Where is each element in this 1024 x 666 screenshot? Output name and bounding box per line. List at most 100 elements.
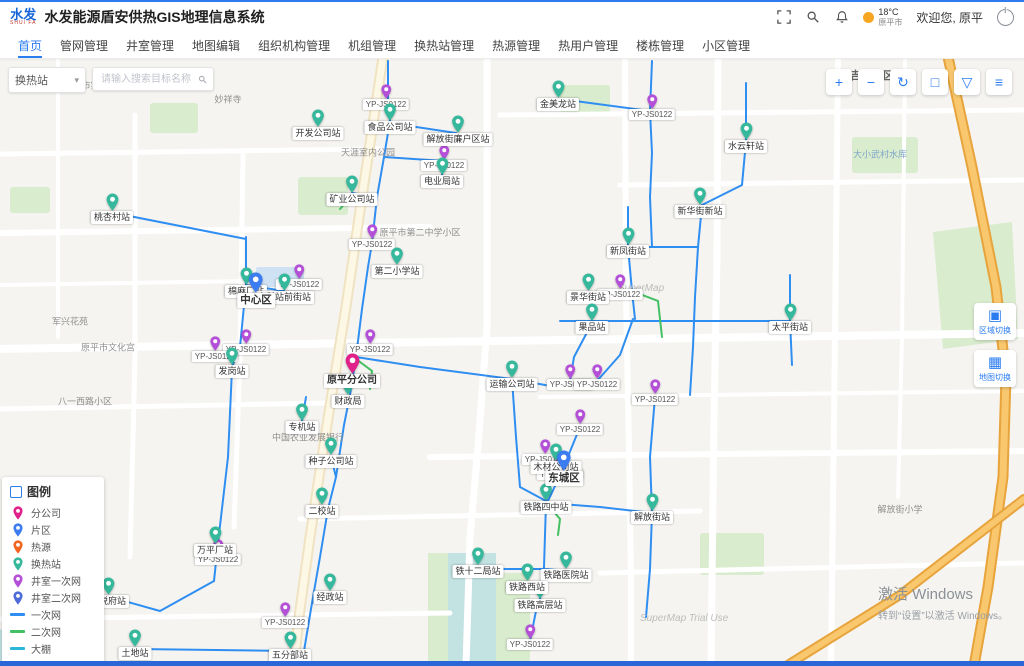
station-marker[interactable]: 铁十二局站: [452, 547, 503, 578]
well-marker[interactable]: YP-JS0122: [629, 94, 675, 120]
station-marker[interactable]: 第二小学站: [371, 247, 422, 278]
station-pin-icon: [105, 193, 118, 211]
station-marker[interactable]: 桃杏村站: [91, 193, 133, 224]
marker-label: 种子公司站: [305, 455, 356, 468]
station-pin-icon: [277, 273, 290, 291]
district-marker[interactable]: 东城区: [545, 450, 583, 486]
bell-icon[interactable]: [834, 10, 849, 25]
tab-楼栋管理[interactable]: 楼栋管理: [636, 32, 684, 58]
station-marker[interactable]: 解放街廉户区站: [423, 115, 492, 146]
branch-marker[interactable]: 原平分公司: [324, 353, 380, 388]
line-icon: [10, 613, 25, 616]
station-marker[interactable]: 铁路四中站: [520, 483, 571, 514]
tab-井室管理[interactable]: 井室管理: [126, 32, 174, 58]
legend-item-换热站: 换热站: [10, 555, 96, 572]
fullscreen-icon[interactable]: [776, 10, 791, 25]
station-marker[interactable]: 种子公司站: [305, 437, 356, 468]
station-marker[interactable]: 铁路医院站: [540, 551, 591, 582]
welcome-text: 欢迎您, 原平: [916, 9, 983, 26]
station-pin-icon: [283, 631, 296, 649]
station-marker[interactable]: 铁路西站: [506, 563, 548, 594]
basemap-switch-button[interactable]: ▦地图切换: [974, 350, 1016, 387]
marker-label: 东城区: [545, 471, 583, 486]
well-marker[interactable]: YP-JS0122: [557, 409, 603, 435]
legend-items: 分公司片区热源换热站井室一次网井室二次网一次网二次网大棚: [10, 504, 96, 657]
marker-label: 金美龙站: [537, 98, 579, 111]
layers-button[interactable]: ≡: [986, 69, 1012, 95]
tab-热源管理[interactable]: 热源管理: [492, 32, 540, 58]
station-marker[interactable]: 万平厂站: [194, 526, 236, 557]
tab-地图编辑[interactable]: 地图编辑: [192, 32, 240, 58]
zoom-in-button[interactable]: +: [826, 69, 852, 95]
app-window: 水发 SHUI FA 水发能源盾安供热GIS地理信息系统 18°C 原平市 欢迎…: [0, 0, 1024, 666]
app-header: 水发 SHUI FA 水发能源盾安供热GIS地理信息系统 18°C 原平市 欢迎…: [0, 0, 1024, 32]
map-viewport[interactable]: 原平市实验小学妙祥寺天涯室内公园原平市第二中学小区原平市文化宫军兴花苑八一西路小…: [0, 57, 1024, 666]
region-switch-button[interactable]: ▣区域切换: [974, 303, 1016, 340]
search-icon[interactable]: [805, 10, 820, 25]
station-pin-icon: [505, 360, 518, 378]
tab-小区管理[interactable]: 小区管理: [702, 32, 750, 58]
station-pin-icon: [693, 187, 706, 205]
weather-temperature: 18°C: [878, 7, 902, 17]
zoom-out-button[interactable]: −: [858, 69, 884, 95]
station-pin-icon: [520, 563, 533, 581]
station-marker[interactable]: 太平街站: [769, 303, 811, 334]
filter-button[interactable]: ▽: [954, 69, 980, 95]
well-marker[interactable]: YP-JS0122: [507, 624, 553, 650]
measure-button[interactable]: □: [922, 69, 948, 95]
top-accent-strip: [0, 0, 1024, 2]
app-logo[interactable]: 水发 SHUI FA: [10, 8, 36, 26]
tab-热用户管理[interactable]: 热用户管理: [558, 32, 618, 58]
station-marker[interactable]: 新凤街站: [607, 227, 649, 258]
marker-label: 财政局: [331, 395, 364, 408]
pin-icon: [10, 557, 25, 571]
well-marker[interactable]: YP-JS0122: [632, 379, 678, 405]
station-pin-icon: [581, 273, 594, 291]
tab-机组管理[interactable]: 机组管理: [348, 32, 396, 58]
marker-label: 开发公司站: [292, 127, 343, 140]
search-type-select[interactable]: 换热站 ▾: [8, 67, 86, 93]
search-input-wrap: [92, 67, 214, 91]
well-marker[interactable]: YP-JS0122: [347, 329, 393, 355]
reset-view-button[interactable]: ↻: [890, 69, 916, 95]
marker-label: 专机站: [285, 421, 318, 434]
station-marker[interactable]: 水云轩站: [725, 122, 767, 153]
station-marker[interactable]: 电业局站: [421, 157, 463, 188]
search-input[interactable]: [99, 73, 194, 86]
station-marker[interactable]: 专机站: [285, 403, 318, 434]
weather-widget: 18°C 原平市: [863, 7, 902, 27]
tab-管网管理[interactable]: 管网管理: [60, 32, 108, 58]
marker-label: 二校站: [305, 505, 338, 518]
legend-icon: [10, 486, 22, 498]
legend-item-二次网: 二次网: [10, 623, 96, 640]
station-marker[interactable]: 景华街站: [567, 273, 609, 304]
station-marker[interactable]: 矿业公司站: [326, 175, 377, 206]
station-pin-icon: [451, 115, 464, 133]
station-marker[interactable]: 发岗站: [215, 347, 248, 378]
legend-label: 热源: [31, 539, 51, 554]
station-marker[interactable]: 运输公司站: [486, 360, 537, 391]
station-marker[interactable]: 经政站: [313, 573, 346, 604]
station-marker[interactable]: 开发公司站: [292, 109, 343, 140]
station-marker[interactable]: 新华街新站: [674, 187, 725, 218]
station-marker[interactable]: 食品公司站: [364, 103, 415, 134]
station-pin-icon: [315, 487, 328, 505]
station-marker[interactable]: 果品站: [575, 303, 608, 334]
well-marker[interactable]: YP-JS0122: [262, 602, 308, 628]
line-icon: [10, 630, 25, 633]
station-marker[interactable]: 金美龙站: [537, 80, 579, 111]
station-marker[interactable]: 五分部站: [269, 631, 311, 662]
nav-tabs: 首页管网管理井室管理地图编辑组织机构管理机组管理换热站管理热源管理热用户管理楼栋…: [0, 32, 1024, 59]
legend-line-swatch: [10, 613, 25, 616]
marker-label: 运输公司站: [486, 378, 537, 391]
tab-组织机构管理[interactable]: 组织机构管理: [258, 32, 330, 58]
well-marker[interactable]: YP-JS0122: [574, 364, 620, 390]
station-marker[interactable]: 解放街站: [631, 493, 673, 524]
station-marker[interactable]: 土地站: [118, 629, 151, 660]
logout-icon[interactable]: [997, 9, 1014, 26]
station-pin-icon: [621, 227, 634, 245]
tab-换热站管理[interactable]: 换热站管理: [414, 32, 474, 58]
station-marker[interactable]: 二校站: [305, 487, 338, 518]
district-marker[interactable]: 中心区: [237, 272, 275, 308]
tab-首页[interactable]: 首页: [18, 32, 42, 58]
